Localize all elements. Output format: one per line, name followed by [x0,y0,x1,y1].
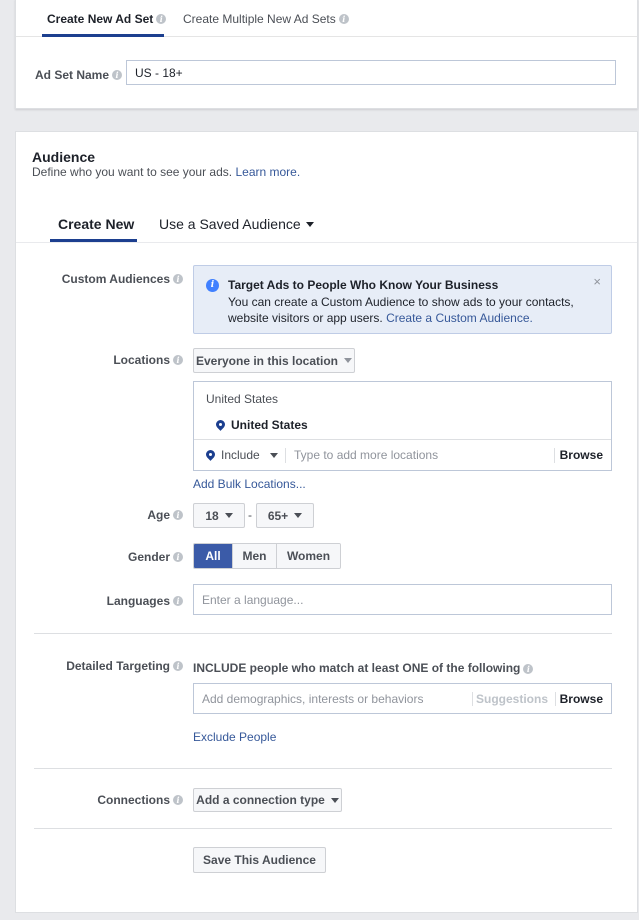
browse-locations-button[interactable]: Browse [560,448,603,462]
section-divider [34,828,612,829]
gender-all-button[interactable]: All [194,544,232,568]
connections-label: Connections i [97,792,183,807]
connection-type-dropdown[interactable]: Add a connection type [193,788,342,812]
audience-title: Audience [32,149,96,165]
info-icon[interactable]: i [173,551,183,562]
tab-create-multiple-ad-sets[interactable]: Create Multiple New Ad Sets i [183,11,349,26]
gender-men-button[interactable]: Men [232,544,276,568]
browse-targeting-button[interactable]: Browse [560,692,603,706]
exclude-people-link[interactable]: Exclude People [193,730,276,744]
info-icon[interactable]: i [173,794,183,805]
ad-set-name-label: Ad Set Name i [35,67,123,82]
locations-box: United States United States Include Type… [193,381,612,471]
caret-down-icon [330,797,339,803]
info-icon[interactable]: i [173,660,183,671]
tabs-divider [16,242,637,243]
info-icon[interactable]: i [156,13,167,24]
caret-down-icon [305,221,314,227]
detailed-targeting-label: Detailed Targeting i [66,658,183,673]
learn-more-link[interactable]: Learn more. [235,165,300,179]
close-icon[interactable]: × [593,274,601,289]
languages-input[interactable]: Enter a language... [193,584,612,615]
info-icon[interactable]: i [173,354,183,365]
add-bulk-locations-link[interactable]: Add Bulk Locations... [193,477,306,491]
gender-selector: All Men Women [193,543,341,569]
info-icon[interactable]: i [173,273,183,284]
age-label: Age i [147,507,183,522]
custom-audience-notice: i Target Ads to People Who Know Your Bus… [193,265,612,334]
age-max-dropdown[interactable]: 65+ [256,503,314,528]
custom-audiences-label: Custom Audiences i [62,271,183,286]
caret-down-icon [269,453,278,459]
caret-down-icon [344,358,353,363]
languages-label: Languages i [107,593,183,608]
detailed-targeting-header: INCLUDE people who match at least ONE of… [193,661,534,675]
include-dropdown[interactable]: Include [206,448,278,462]
detailed-targeting-box: Add demographics, interests or behaviors… [193,683,612,714]
suggestions-button[interactable]: Suggestions [476,692,548,706]
location-type-dropdown[interactable]: Everyone in this location [193,348,355,373]
info-circle-icon: i [206,279,219,292]
ad-set-tabs: Create New Ad Set i Create Multiple New A… [16,0,637,37]
ad-set-panel: Create New Ad Set i Create Multiple New A… [15,0,638,109]
caret-down-icon [294,513,303,518]
gender-women-button[interactable]: Women [276,544,340,568]
add-location-input[interactable]: Type to add more locations [294,448,438,462]
ad-set-name-input[interactable]: US - 18+ [126,60,616,85]
selected-location: United States [216,418,308,432]
location-pin-icon [206,450,215,461]
info-icon[interactable]: i [112,69,123,80]
audience-panel: Audience Define who you want to see your… [15,131,638,913]
tab-use-saved-audience[interactable]: Use a Saved Audience [159,216,314,231]
location-pin-icon [216,420,225,431]
caret-down-icon [224,513,233,518]
section-divider [34,768,612,769]
info-icon[interactable]: i [173,595,183,606]
locations-label: Locations i [113,352,183,367]
audience-subtitle: Define who you want to see your ads. Lea… [32,165,301,179]
tab-create-new[interactable]: Create New [58,216,134,231]
gender-label: Gender i [128,549,183,564]
info-icon[interactable]: i [338,13,349,24]
tab-create-new-ad-set[interactable]: Create New Ad Set i [47,11,167,26]
create-custom-audience-link[interactable]: Create a Custom Audience. [386,311,533,325]
info-icon[interactable]: i [173,509,183,520]
age-min-dropdown[interactable]: 18 [193,503,245,528]
section-divider [34,633,612,634]
active-tab-indicator [42,34,164,37]
info-icon[interactable]: i [523,663,534,674]
save-audience-button[interactable]: Save This Audience [193,847,326,873]
detailed-targeting-input[interactable]: Add demographics, interests or behaviors [202,692,423,706]
